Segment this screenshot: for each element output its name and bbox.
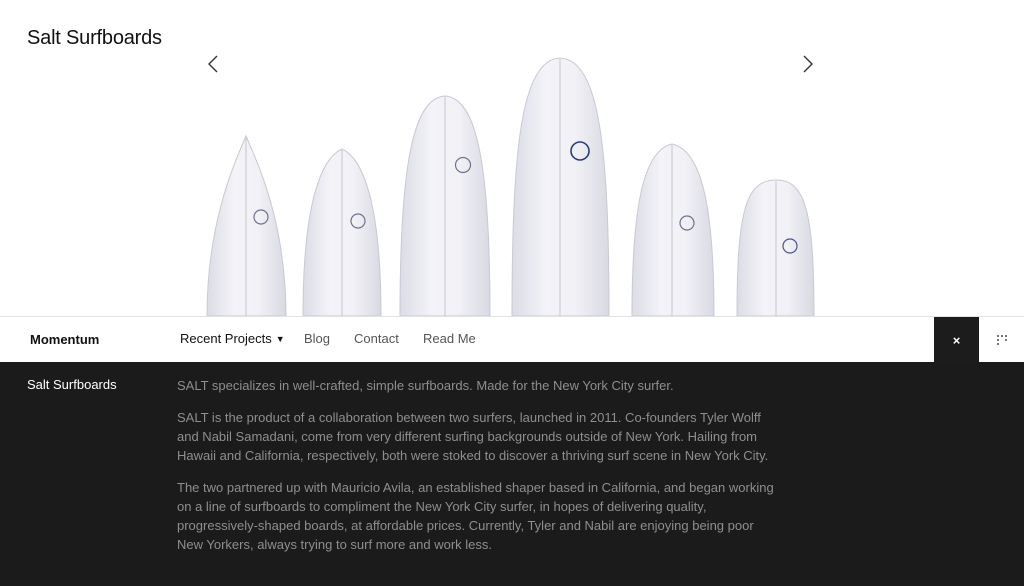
grid-view-button[interactable] xyxy=(979,317,1024,363)
dots-grid-icon xyxy=(996,335,1007,345)
surfboard xyxy=(631,143,715,316)
nav-blog[interactable]: Blog xyxy=(304,331,330,346)
caret-down-icon: ▼ xyxy=(275,334,285,344)
surfboard xyxy=(511,57,610,316)
nav-read-me[interactable]: Read Me xyxy=(423,331,476,346)
project-description: SALT specializes in well-crafted, simple… xyxy=(177,376,782,567)
hero-slider: Salt Surfboards xyxy=(0,0,1024,316)
chevron-right-icon xyxy=(803,55,813,73)
surfboard xyxy=(206,134,287,316)
navigation-bar: Momentum Recent Projects ▼ Blog Contact R… xyxy=(0,316,1024,363)
nav-contact[interactable]: Contact xyxy=(354,331,399,346)
site-title[interactable]: Salt Surfboards xyxy=(27,27,162,50)
slider-prev-button[interactable] xyxy=(203,52,223,76)
chevron-left-icon xyxy=(208,55,218,73)
brand-link[interactable]: Momentum xyxy=(30,332,99,347)
close-icon: × xyxy=(952,332,961,348)
nav-recent-projects-label: Recent Projects xyxy=(180,331,272,346)
surfboard xyxy=(399,95,491,316)
close-button[interactable]: × xyxy=(934,317,979,363)
surfboard xyxy=(736,179,815,316)
project-title: Salt Surfboards xyxy=(27,377,117,392)
slider-next-button[interactable] xyxy=(798,52,818,76)
description-paragraph: SALT specializes in well-crafted, simple… xyxy=(177,378,674,393)
description-paragraph: SALT is the product of a collaboration b… xyxy=(177,410,769,463)
nav-recent-projects[interactable]: Recent Projects ▼ xyxy=(180,331,285,346)
description-paragraph: The two partnered up with Mauricio Avila… xyxy=(177,480,774,552)
project-info-panel: Salt Surfboards SALT specializes in well… xyxy=(0,362,1024,586)
surfboard xyxy=(302,148,382,316)
